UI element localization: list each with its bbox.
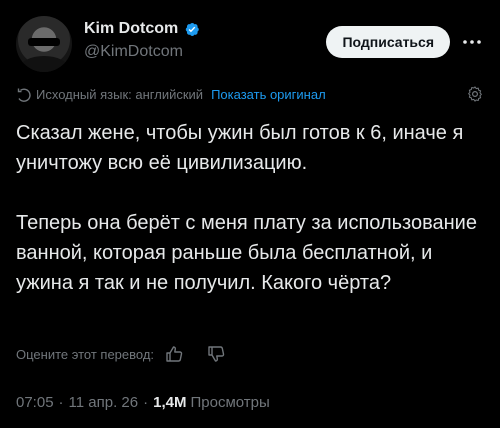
views-count[interactable]: 1,4M (153, 394, 186, 411)
avatar-figure (20, 56, 68, 72)
tweet-meta: 07:05 · 11 апр. 26 · 1,4M Просмотры (16, 390, 270, 414)
tweet-paragraph: Сказал жене, чтобы ужин был готов к 6, и… (16, 122, 464, 174)
tweet-time[interactable]: 07:05 (16, 394, 54, 411)
follow-button[interactable]: Подписаться (326, 26, 450, 58)
author-display-name[interactable]: Kim Dotcom (84, 20, 178, 38)
translation-source-label: Исходный язык: английский (36, 86, 204, 102)
views-label: Просмотры (190, 393, 270, 411)
tweet-header: Kim Dotcom @KimDotcom Подписаться (16, 14, 484, 74)
author-handle[interactable]: @KimDotcom (84, 43, 200, 61)
more-options-icon[interactable] (460, 30, 484, 54)
rate-translation-label: Оцените этот перевод: (16, 346, 155, 362)
thumbs-up-icon[interactable] (164, 344, 184, 364)
tweet-paragraph: Теперь она берёт с меня плату за использ… (16, 212, 477, 294)
translate-icon (16, 86, 36, 102)
author-names: Kim Dotcom @KimDotcom (84, 18, 200, 61)
separator-dot: · (58, 393, 64, 411)
tweet-date[interactable]: 11 апр. 26 (69, 394, 139, 411)
avatar[interactable] (16, 16, 72, 72)
separator-dot: · (143, 393, 149, 411)
avatar-glasses (28, 38, 60, 46)
translation-bar: Исходный язык: английский Показать ориги… (16, 84, 484, 104)
verified-badge-icon[interactable] (183, 21, 200, 38)
gear-icon[interactable] (466, 85, 484, 103)
tweet-text: Сказал жене, чтобы ужин был готов к 6, и… (16, 118, 484, 298)
rate-translation-row: Оцените этот перевод: (16, 342, 226, 366)
show-original-link[interactable]: Показать оригинал (211, 87, 326, 102)
author-display-name-row[interactable]: Kim Dotcom (84, 18, 200, 40)
thumbs-down-icon[interactable] (206, 344, 226, 364)
